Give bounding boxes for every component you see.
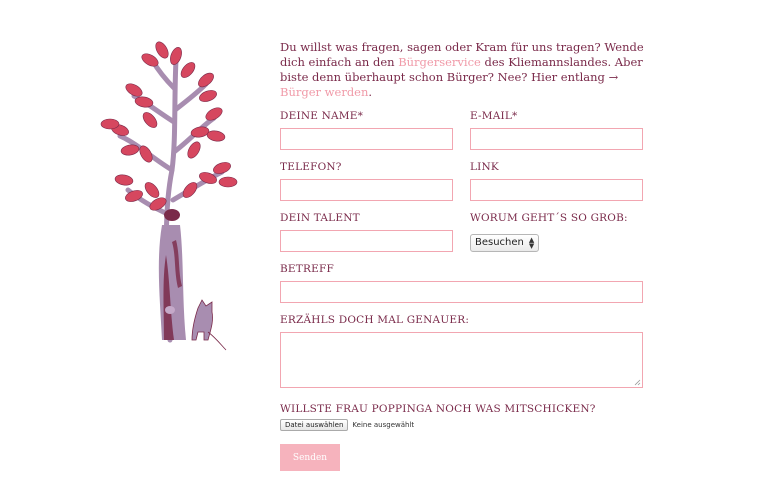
message-textarea[interactable] (280, 332, 643, 388)
intro-text: Du willst was fragen, sagen oder Kram fü… (280, 40, 650, 100)
name-field-group: DEINE NAME* (280, 110, 453, 150)
topic-select[interactable]: Besuchen ▲ ▼ (470, 233, 540, 252)
file-label: WILLSTE FRAU POPPINGA NOCH WAS MITSCHICK… (280, 403, 596, 415)
link-input[interactable] (470, 179, 643, 201)
topic-label: WORUM GEHT´S SO GROB: (470, 212, 628, 224)
link-field-group: LINK (470, 161, 643, 201)
name-label: DEINE NAME* (280, 110, 364, 122)
topic-field-group: WORUM GEHT´S SO GROB: Besuchen ▲ ▼ (470, 212, 628, 252)
phone-label: TELEFON? (280, 161, 342, 173)
file-status: Keine ausgewählt (352, 421, 415, 429)
topic-select-value: Besuchen (475, 237, 524, 248)
tree-icon (100, 41, 238, 351)
resize-grip-icon[interactable] (634, 379, 641, 386)
name-input[interactable] (280, 128, 453, 150)
link-label: LINK (470, 161, 499, 173)
intro-part3: . (368, 85, 373, 99)
email-label: E-MAIL* (470, 110, 518, 122)
cat-icon (191, 299, 227, 351)
talent-label: DEIN TALENT (280, 212, 360, 224)
phone-input[interactable] (280, 179, 453, 201)
subject-input[interactable] (280, 281, 643, 303)
choose-file-button[interactable]: Datei auswählen (280, 419, 349, 431)
talent-field-group: DEIN TALENT (280, 212, 453, 252)
file-input: Datei auswählen Keine ausgewählt (280, 419, 414, 431)
buergerservice-link[interactable]: Bürgerservice (398, 55, 481, 69)
message-label: ERZÄHLS DOCH MAL GENAUER: (280, 314, 470, 326)
message-field-group: ERZÄHLS DOCH MAL GENAUER: (280, 314, 643, 388)
email-input[interactable] (470, 128, 643, 150)
email-field-group: E-MAIL* (470, 110, 643, 150)
talent-input[interactable] (280, 230, 453, 252)
buerger-werden-link[interactable]: Bürger werden (280, 85, 368, 99)
phone-field-group: TELEFON? (280, 161, 453, 201)
select-arrows-icon: ▲ ▼ (528, 235, 535, 250)
subject-label: BETREFF (280, 263, 334, 275)
submit-button[interactable]: Senden (280, 444, 340, 471)
subject-field-group: BETREFF (280, 263, 643, 303)
